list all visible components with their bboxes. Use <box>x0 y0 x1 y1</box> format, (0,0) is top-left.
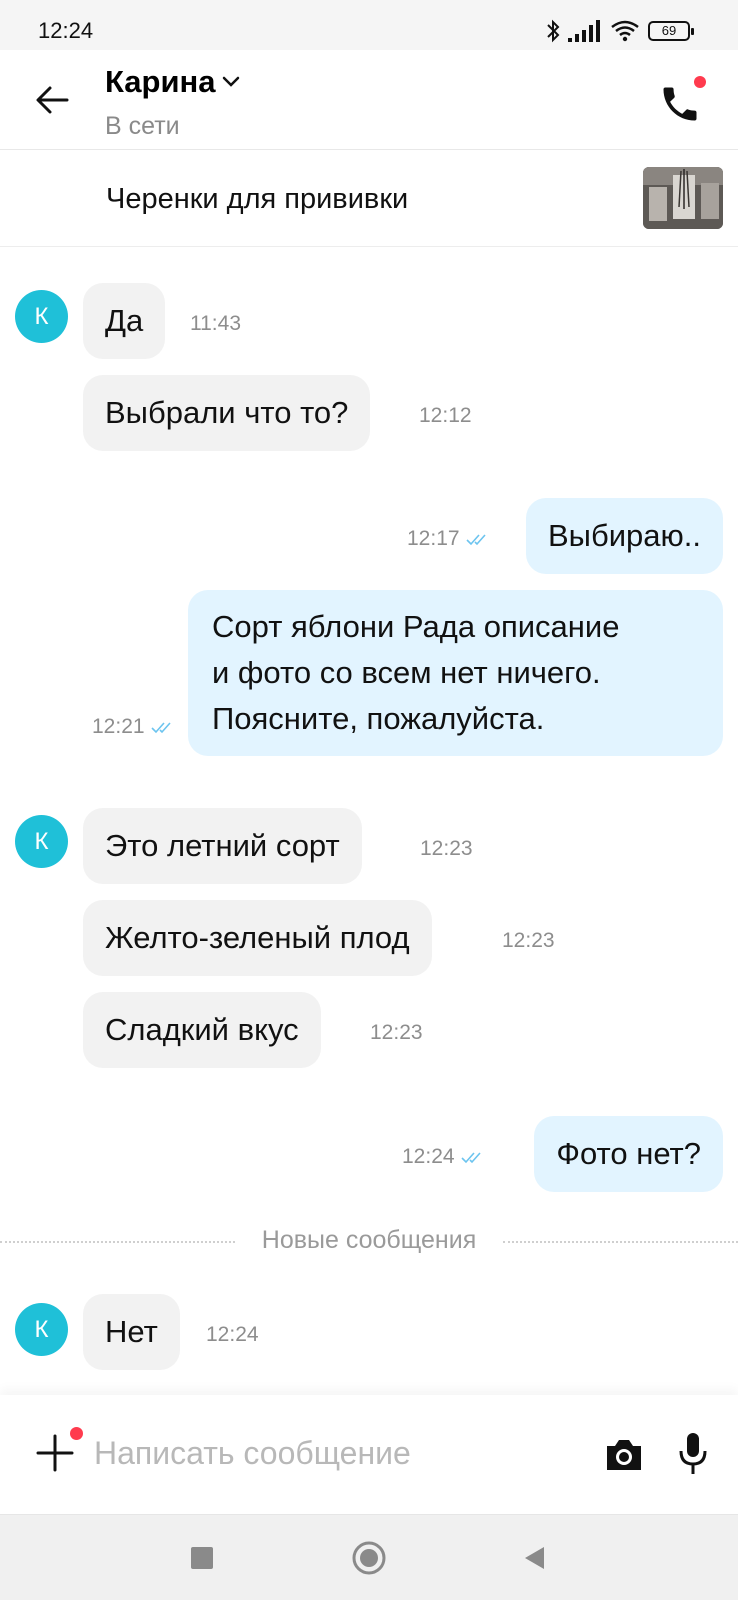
message-time: 12:17 <box>407 527 492 551</box>
call-button[interactable] <box>658 74 708 126</box>
message-text: Выбрали что то? <box>105 395 349 430</box>
message-text-line: Поясните, пожалуйста. <box>212 701 545 736</box>
avatar[interactable]: К <box>15 815 68 868</box>
message-time: 12:24 <box>206 1323 259 1346</box>
attach-button[interactable] <box>35 1427 83 1473</box>
message-time: 12:23 <box>420 837 473 860</box>
notification-dot <box>694 76 706 88</box>
message-text: Сладкий вкус <box>105 1012 299 1047</box>
bluetooth-icon <box>547 19 560 43</box>
status-time: 12:24 <box>38 18 94 43</box>
plus-icon <box>36 1434 74 1472</box>
message-text-line: и фото со всем нет ничего. <box>212 655 601 690</box>
message-bubble-incoming[interactable]: Нет <box>83 1294 180 1370</box>
notification-dot <box>70 1427 83 1440</box>
home-circle-icon <box>352 1541 386 1574</box>
chevron-down-icon <box>222 76 239 87</box>
message-input[interactable] <box>94 1425 564 1481</box>
double-check-icon <box>150 722 171 734</box>
new-messages-divider: Новые сообщения <box>0 1226 738 1256</box>
message-text-line: Сорт яблони Рада описание <box>212 609 620 644</box>
message-text: Желто-зеленый плод <box>105 920 410 955</box>
signal-icon <box>568 20 600 42</box>
message-bubble-incoming[interactable]: Сладкий вкус <box>83 992 321 1068</box>
message-bubble-incoming[interactable]: Да <box>83 283 166 359</box>
avatar[interactable]: К <box>15 290 68 343</box>
contact-status: В сети <box>105 112 180 140</box>
divider-label: Новые сообщения <box>249 1226 489 1254</box>
home-button[interactable] <box>329 1515 409 1600</box>
arrow-left-icon <box>36 86 69 114</box>
camera-icon <box>607 1440 641 1470</box>
listing-strip[interactable]: Черенки для прививки <box>0 151 738 247</box>
camera-button[interactable] <box>604 1437 644 1473</box>
listing-thumbnail <box>643 167 723 229</box>
chat-header: Карина В сети <box>0 50 738 150</box>
message-time: 12:12 <box>419 404 472 427</box>
square-icon <box>191 1546 213 1569</box>
message-time: 12:24 <box>402 1145 487 1169</box>
system-nav-bar <box>0 1515 738 1600</box>
message-time: 12:23 <box>370 1021 423 1044</box>
battery-indicator: 69 <box>648 21 694 41</box>
contact-name-dropdown[interactable]: Карина <box>105 64 240 100</box>
message-bubble-incoming[interactable]: Выбрали что то? <box>83 375 371 451</box>
message-time: 11:43 <box>190 312 241 335</box>
message-bubble-outgoing[interactable]: Фото нет? <box>534 1116 723 1192</box>
message-text: Нет <box>105 1314 158 1349</box>
phone-icon <box>663 87 697 121</box>
message-bubble-outgoing[interactable]: Выбираю.. <box>526 498 723 574</box>
contact-name: Карина <box>105 64 216 99</box>
message-time: 12:21 <box>92 715 177 739</box>
avatar[interactable]: К <box>15 1303 68 1356</box>
microphone-button[interactable] <box>678 1431 708 1477</box>
back-button[interactable] <box>30 78 74 122</box>
message-time: 12:23 <box>502 929 555 952</box>
message-bubble-incoming[interactable]: Желто-зеленый плод <box>83 900 432 976</box>
double-check-icon <box>460 1152 481 1164</box>
message-bubble-outgoing[interactable]: Сорт яблони Рада описание и фото со всем… <box>188 590 723 756</box>
message-composer <box>0 1395 738 1515</box>
message-bubble-incoming[interactable]: Это летний сорт <box>83 808 362 884</box>
status-bar: 12:24 69 <box>0 0 738 50</box>
triangle-back-icon <box>525 1546 544 1569</box>
double-check-icon <box>465 534 486 546</box>
message-text: Выбираю.. <box>548 518 701 553</box>
message-text: Фото нет? <box>556 1136 701 1171</box>
recent-apps-button[interactable] <box>162 1515 242 1600</box>
status-icons: 69 <box>546 18 694 44</box>
wifi-icon <box>611 20 639 42</box>
back-nav-button[interactable] <box>494 1515 574 1600</box>
microphone-icon <box>679 1433 707 1474</box>
message-text: Это летний сорт <box>105 828 340 863</box>
listing-title: Черенки для прививки <box>106 183 409 215</box>
message-text: Да <box>105 303 144 338</box>
